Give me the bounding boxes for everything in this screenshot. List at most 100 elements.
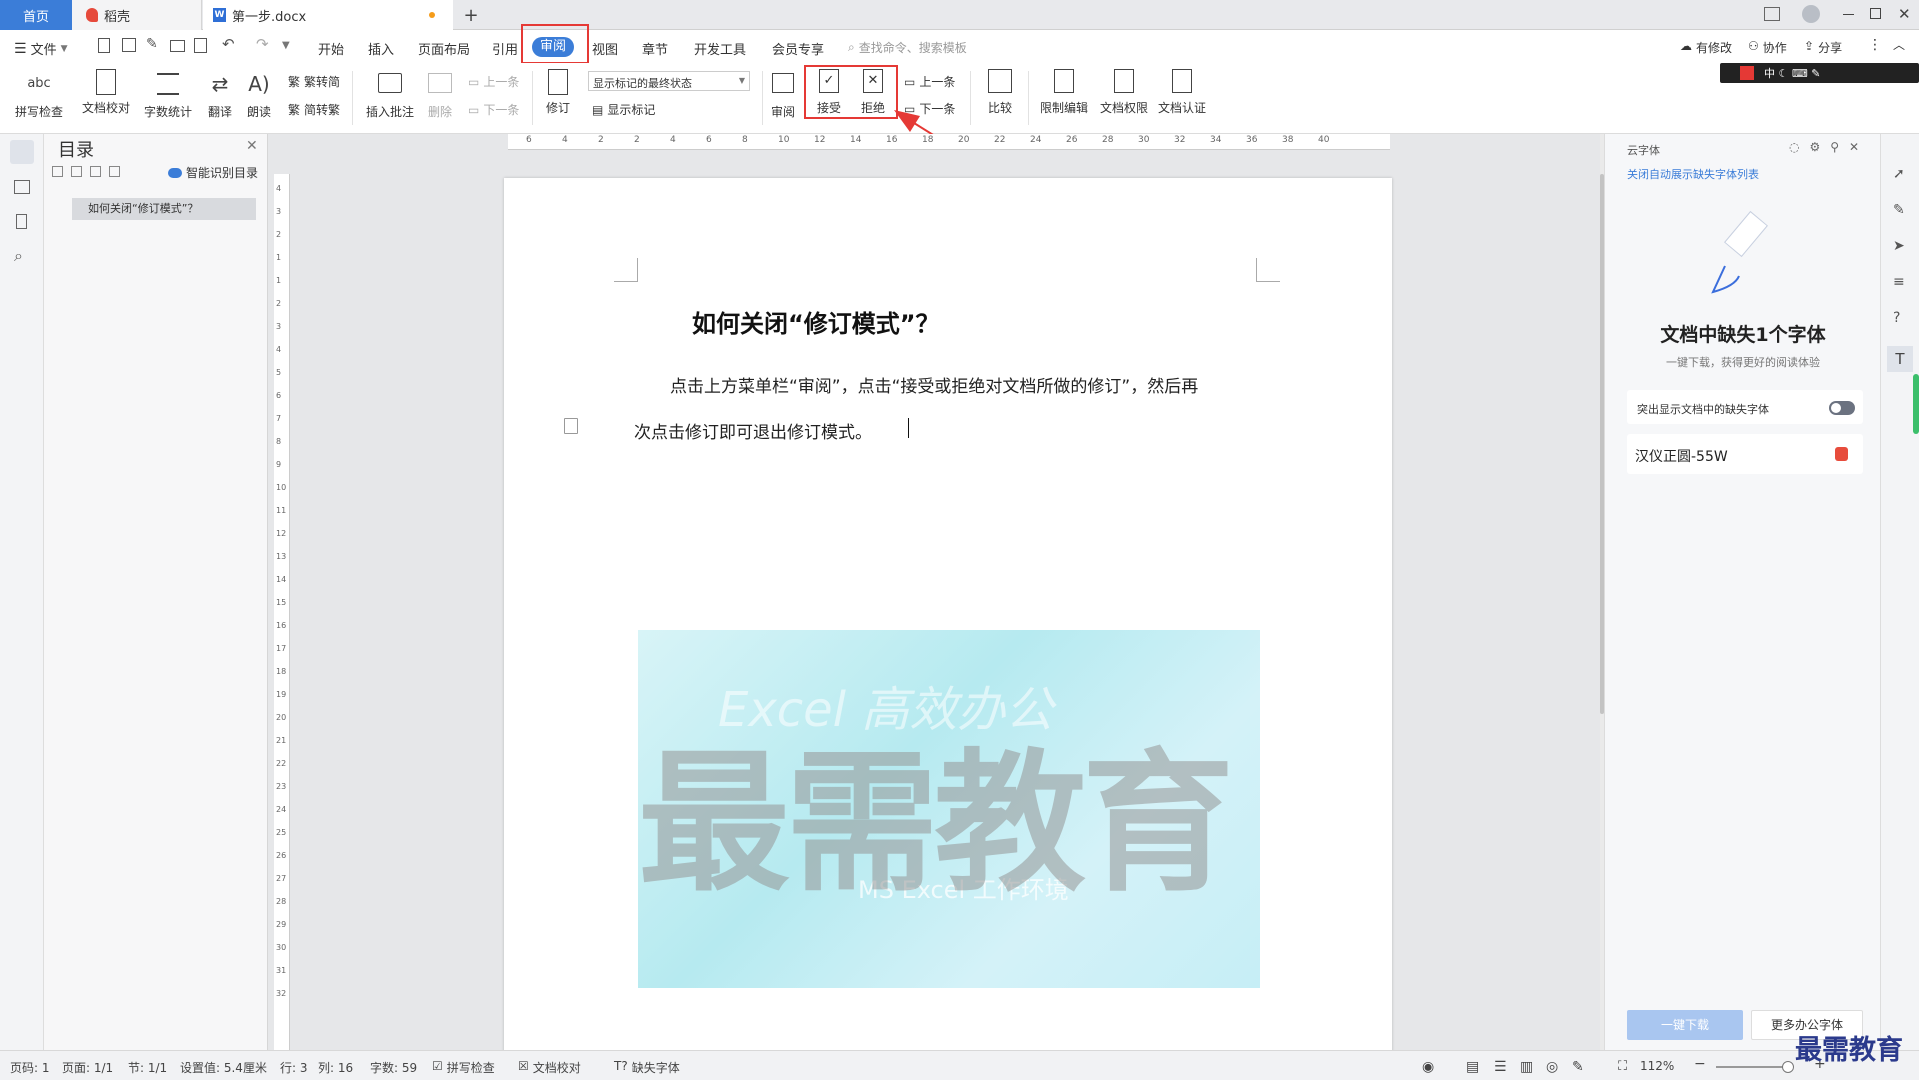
status-proofread[interactable]: ☒ 文档校对 xyxy=(518,1059,581,1076)
show-markup-button[interactable]: ▤ 显示标记 xyxy=(592,101,655,118)
more-icon[interactable]: ⋮ xyxy=(1868,37,1882,53)
page-view-icon[interactable]: ▤ xyxy=(1466,1059,1479,1075)
pen-icon[interactable]: ✎ xyxy=(1893,202,1905,218)
status-section[interactable]: 节: 1/1 xyxy=(128,1059,167,1076)
status-row[interactable]: 行: 3 xyxy=(280,1059,308,1076)
tab-daoke[interactable]: 稻壳 xyxy=(72,0,202,30)
layout-icon[interactable] xyxy=(1764,7,1780,21)
simp-to-trad-button[interactable]: 繁简转繁 xyxy=(288,101,340,118)
read-aloud-button[interactable]: A) 朗读 xyxy=(242,69,276,120)
toc-item[interactable]: 如何关闭“修订模式”？ xyxy=(72,198,256,220)
next-comment-button[interactable]: ▭ 下一条 xyxy=(468,101,519,118)
zoom-out-icon[interactable]: − xyxy=(1694,1056,1706,1072)
zoom-slider[interactable] xyxy=(1716,1061,1794,1073)
input-method-bar[interactable]: 中 ☾ ⌨ ✎ xyxy=(1720,63,1919,83)
translate-button[interactable]: ⇄ 翻译 xyxy=(200,69,240,120)
chapter-icon[interactable] xyxy=(14,180,30,194)
download-font-icon[interactable] xyxy=(1835,447,1848,461)
document-image[interactable]: Excel 高效办公 MS Excel 工作环境 最需教育 xyxy=(638,630,1260,988)
menu-chapter[interactable]: 章节 xyxy=(642,39,668,58)
new-file-icon[interactable] xyxy=(98,38,110,53)
status-spellcheck[interactable]: ☑ 拼写检查 xyxy=(432,1059,495,1076)
share-button[interactable]: ⇪ 分享 xyxy=(1804,39,1842,56)
redo-icon[interactable]: ↷ xyxy=(256,35,272,53)
status-words[interactable]: 字数: 59 xyxy=(370,1059,417,1076)
help-icon[interactable]: ? xyxy=(1893,310,1900,326)
missing-font-item[interactable]: 汉仪正圆-55W xyxy=(1627,434,1863,474)
gear-icon[interactable]: ⚙ xyxy=(1809,140,1820,154)
read-view-icon[interactable]: ▥ xyxy=(1520,1059,1533,1075)
insert-comment-button[interactable]: 插入批注 xyxy=(362,69,418,120)
close-icon[interactable]: ✕ xyxy=(1849,140,1859,154)
rocket-icon[interactable]: ➚ xyxy=(1893,166,1905,182)
outline-view-icon[interactable]: ☰ xyxy=(1494,1059,1507,1075)
menu-view[interactable]: 视图 xyxy=(592,39,618,58)
select-icon[interactable]: ➤ xyxy=(1893,238,1905,254)
review-pane-button[interactable]: 审阅 xyxy=(766,69,800,120)
web-view-icon[interactable]: ◎ xyxy=(1546,1059,1558,1075)
revision-marker-icon[interactable] xyxy=(564,418,578,434)
prev-change-button[interactable]: ▭ 上一条 xyxy=(904,73,955,90)
status-pages[interactable]: 页面: 1/1 xyxy=(62,1059,113,1076)
font-tool-icon[interactable]: T xyxy=(1887,346,1913,372)
menu-start[interactable]: 开始 xyxy=(318,39,344,58)
print-icon[interactable] xyxy=(170,40,185,52)
settings-sliders-icon[interactable]: ≡ xyxy=(1893,274,1905,290)
doc-permission-button[interactable]: 文档权限 xyxy=(1096,69,1152,116)
save-icon[interactable] xyxy=(122,38,136,52)
close-icon[interactable]: ✕ xyxy=(246,138,258,154)
zoom-slider-thumb[interactable] xyxy=(1782,1061,1794,1073)
trad-to-simp-button[interactable]: 繁繁转简 xyxy=(288,73,340,90)
status-page-number[interactable]: 页码: 1 xyxy=(10,1059,50,1076)
status-col[interactable]: 列: 16 xyxy=(318,1059,353,1076)
toc-panel-icon[interactable] xyxy=(10,140,34,164)
chat-icon[interactable]: ◌ xyxy=(1789,140,1799,154)
menu-insert[interactable]: 插入 xyxy=(368,39,394,58)
avatar[interactable] xyxy=(1802,5,1820,23)
has-changes-button[interactable]: ☁ 有修改 xyxy=(1680,39,1732,56)
toggle-switch[interactable] xyxy=(1829,401,1855,415)
collaborate-button[interactable]: ⚇ 协作 xyxy=(1748,39,1787,56)
vertical-ruler[interactable]: 4 3 2 1 1 2 3 4 5 6 7 8 9 10 11 12 13 14 15 16 17 18 19 20 21 22 2… xyxy=(274,174,290,1050)
menu-developer[interactable]: 开发工具 xyxy=(694,39,746,58)
search-icon[interactable]: ⌕ xyxy=(14,246,23,266)
doc-cert-button[interactable]: 文档认证 xyxy=(1154,69,1210,116)
smart-toc-button[interactable]: 智能识别目录 xyxy=(168,164,258,181)
horizontal-ruler[interactable]: 6 4 2 2 4 6 8 10 12 14 16 18 20 22 24 26 28 30 32 34 36 38 40 xyxy=(508,134,1390,150)
pin-icon[interactable]: ⚲ xyxy=(1830,140,1839,154)
eye-icon[interactable]: ◉ xyxy=(1422,1059,1434,1075)
close-auto-show-link[interactable]: 关闭自动展示缺失字体列表 xyxy=(1627,166,1759,182)
menu-member[interactable]: 会员专享 xyxy=(772,39,824,58)
fit-page-icon[interactable]: ⛶ xyxy=(1618,1059,1627,1074)
wordcount-button[interactable]: 字数统计 xyxy=(140,69,196,120)
panel-title[interactable]: 云字体 xyxy=(1627,142,1660,158)
markup-state-select[interactable]: 显示标记的最终状态 ▼ xyxy=(588,71,750,91)
zoom-level[interactable]: 112% xyxy=(1640,1059,1674,1073)
restore-icon[interactable] xyxy=(1870,8,1881,19)
command-search[interactable]: ⌕ 查找命令、搜索模板 xyxy=(848,39,967,56)
add-icon[interactable] xyxy=(90,166,101,177)
bookmark-icon[interactable] xyxy=(16,214,27,229)
collapse-ribbon-icon[interactable]: ︿ xyxy=(1893,36,1905,53)
close-icon[interactable]: ✕ xyxy=(1898,5,1911,23)
one-click-download-button[interactable]: 一键下载 xyxy=(1627,1010,1743,1040)
new-tab-button[interactable]: + xyxy=(460,0,482,30)
customize-icon[interactable]: ▼ xyxy=(282,40,298,56)
undo-icon[interactable]: ↶ xyxy=(222,35,238,53)
status-missing-font[interactable]: T? 缺失字体 xyxy=(614,1059,680,1076)
spellcheck-button[interactable]: abc 拼写检查 xyxy=(10,69,68,120)
menu-reference[interactable]: 引用 xyxy=(492,39,518,58)
menu-page-layout[interactable]: 页面布局 xyxy=(418,39,470,58)
write-view-icon[interactable]: ✎ xyxy=(1572,1059,1584,1075)
expand-up-icon[interactable] xyxy=(71,166,82,177)
print-preview-icon[interactable] xyxy=(194,38,207,53)
minimize-icon[interactable] xyxy=(1843,14,1854,15)
tab-document[interactable]: W 第一步.docx xyxy=(203,0,453,30)
tab-home[interactable]: 首页 xyxy=(0,0,72,30)
collapse-all-icon[interactable] xyxy=(52,166,63,177)
remove-icon[interactable] xyxy=(109,166,120,177)
prev-comment-button[interactable]: ▭ 上一条 xyxy=(468,73,519,90)
proofread-button[interactable]: 文档校对 xyxy=(78,69,134,116)
track-changes-button[interactable]: 修订 xyxy=(538,69,578,116)
delete-comment-button[interactable]: 删除 xyxy=(422,69,458,120)
